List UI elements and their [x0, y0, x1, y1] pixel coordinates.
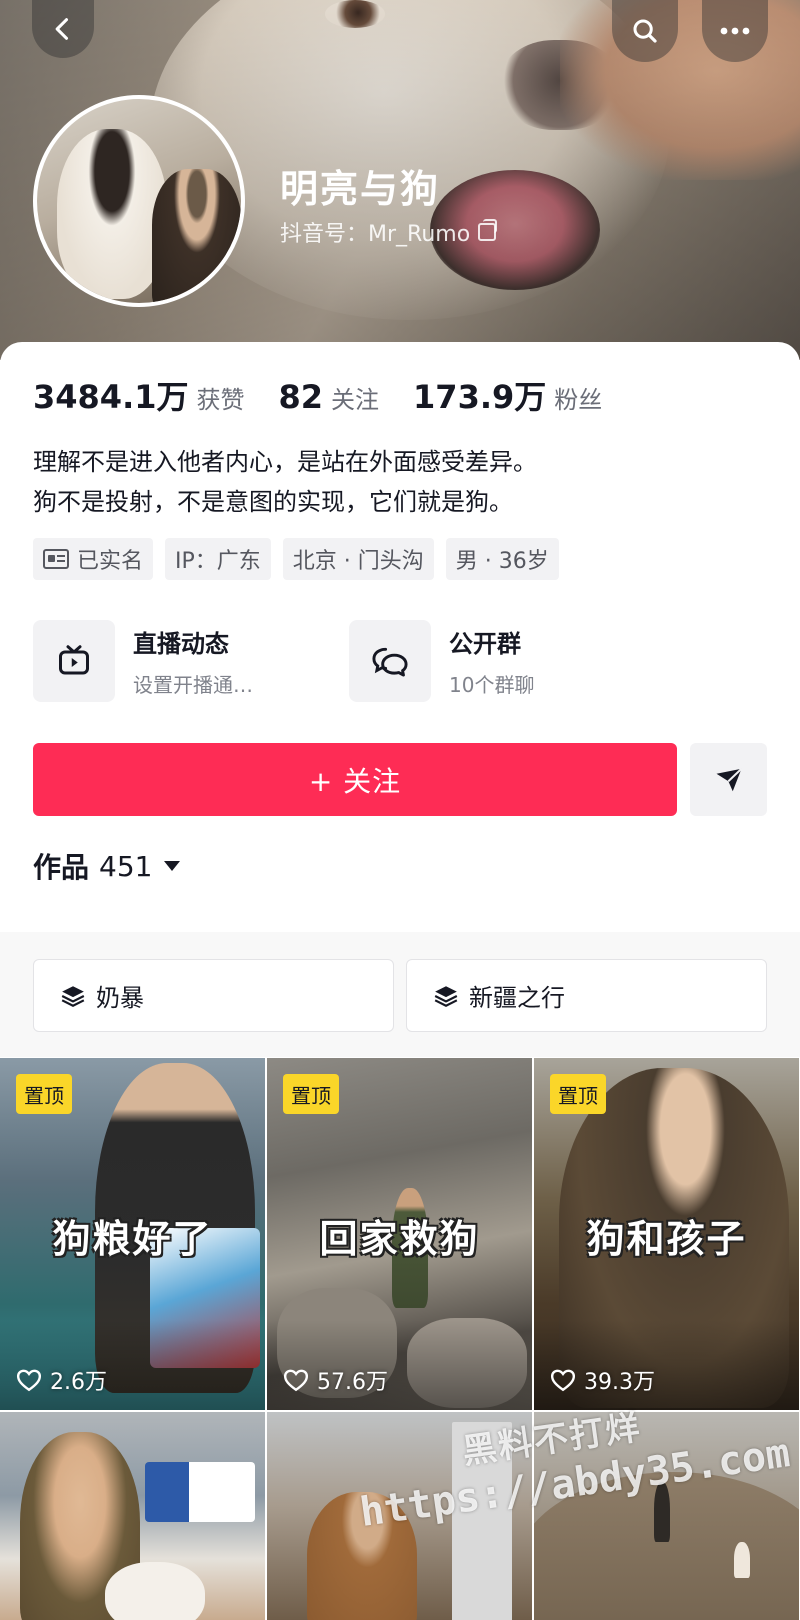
- heart-icon: [550, 1369, 576, 1392]
- layers-icon: [61, 985, 85, 1007]
- live-feature-title: 直播动态: [133, 630, 229, 658]
- works-count: 451: [99, 849, 153, 883]
- works-tab[interactable]: 作品 451: [33, 846, 181, 886]
- collection-naibao[interactable]: 奶暴: [33, 959, 394, 1032]
- caret-down-icon: [164, 861, 181, 871]
- idcard-icon: [43, 549, 69, 569]
- video-likes-count: 39.3万: [584, 1370, 655, 1395]
- video-likes: 57.6万: [283, 1364, 388, 1396]
- stat-followers-count: 173.9万: [413, 378, 547, 416]
- video-likes-count: 2.6万: [50, 1370, 107, 1395]
- video-dog: [734, 1542, 750, 1578]
- works-label: 作品: [33, 851, 90, 884]
- avatar-person: [152, 169, 241, 303]
- pinned-badge: 置顶: [283, 1074, 339, 1114]
- stat-followers[interactable]: 173.9万 粉丝: [413, 372, 602, 418]
- video-likes: 2.6万: [16, 1364, 107, 1396]
- tag-ip: IP：广东: [165, 538, 271, 580]
- video-likes: 39.3万: [550, 1364, 655, 1396]
- avatar[interactable]: [33, 95, 245, 307]
- stats-row: 3484.1万 获赞 82 关注 173.9万 粉丝: [33, 372, 636, 418]
- share-send-icon: [716, 767, 742, 791]
- live-feature-subtitle: 设置开播通…: [133, 673, 253, 697]
- video-overlay-title: 狗和孩子: [586, 1217, 747, 1261]
- stat-likes[interactable]: 3484.1万 获赞: [33, 372, 245, 418]
- pinned-badge: 置顶: [550, 1074, 606, 1114]
- group-feature-subtitle: 10个群聊: [449, 673, 535, 697]
- video-likes-count: 57.6万: [317, 1370, 388, 1395]
- layers-icon: [434, 985, 458, 1007]
- stat-following-label: 关注: [331, 386, 380, 414]
- video-overlay-title: 狗粮好了: [52, 1217, 213, 1261]
- bio: 理解不是进入他者内心，是站在外面感受差异。 狗不是投射，不是意图的实现，它们就是…: [33, 442, 537, 522]
- stat-followers-label: 粉丝: [554, 386, 603, 414]
- group-feature-title: 公开群: [449, 630, 521, 658]
- bio-line-1: 理解不是进入他者内心，是站在外面感受差异。: [33, 448, 537, 476]
- group-feature[interactable]: 公开群 10个群聊: [349, 620, 665, 702]
- tag-verified[interactable]: 已实名: [33, 538, 154, 580]
- stat-likes-label: 获赞: [196, 386, 245, 414]
- back-icon: [55, 18, 69, 40]
- group-chat-icon-box: [349, 620, 431, 702]
- video-tile[interactable]: 置顶 狗粮好了 2.6万: [0, 1058, 265, 1410]
- live-feature[interactable]: 直播动态 设置开播通…: [33, 620, 349, 702]
- video-tile[interactable]: 置顶 狗和孩子 39.3万: [534, 1058, 799, 1410]
- video-sign: [145, 1462, 255, 1522]
- more-icon: [720, 27, 750, 35]
- feature-entries: 直播动态 设置开播通… 公开群 10个群聊: [33, 620, 665, 702]
- collection-naibao-label: 奶暴: [96, 984, 144, 1012]
- video-tile[interactable]: [0, 1412, 265, 1620]
- pinned-badge: 置顶: [16, 1074, 72, 1114]
- heart-icon: [283, 1369, 309, 1392]
- douyin-id[interactable]: 抖音号：Mr_Rumo: [280, 216, 498, 248]
- tag-verified-label: 已实名: [77, 549, 144, 574]
- live-tv-icon: [59, 645, 89, 675]
- video-overlay-title: 回家救狗: [319, 1217, 480, 1261]
- stat-likes-count: 3484.1万: [33, 378, 189, 416]
- tag-gender-age: 男 · 36岁: [445, 538, 559, 580]
- stat-following-count: 82: [278, 378, 324, 416]
- heart-icon: [16, 1369, 42, 1392]
- avatar-dog: [57, 129, 167, 299]
- collection-xinjiang-label: 新疆之行: [469, 984, 565, 1012]
- copy-icon[interactable]: [478, 219, 498, 241]
- stat-following[interactable]: 82 关注: [279, 378, 380, 416]
- profile-tags: 已实名 IP：广东 北京 · 门头沟 男 · 36岁: [33, 538, 571, 580]
- bio-line-2: 狗不是投射，不是意图的实现，它们就是狗。: [33, 488, 513, 516]
- video-tile[interactable]: 置顶 回家救狗 57.6万: [267, 1058, 532, 1410]
- tag-location: 北京 · 门头沟: [282, 538, 434, 580]
- share-button[interactable]: [690, 743, 767, 816]
- live-tv-icon-box: [33, 620, 115, 702]
- collection-xinjiang[interactable]: 新疆之行: [406, 959, 767, 1032]
- nickname: 明亮与狗: [280, 167, 441, 211]
- search-icon: [633, 19, 657, 43]
- video-puppy: [105, 1562, 205, 1620]
- group-chat-icon: [372, 647, 408, 677]
- follow-button[interactable]: + 关注: [33, 743, 677, 816]
- douyin-id-text: 抖音号：Mr_Rumo: [280, 222, 471, 247]
